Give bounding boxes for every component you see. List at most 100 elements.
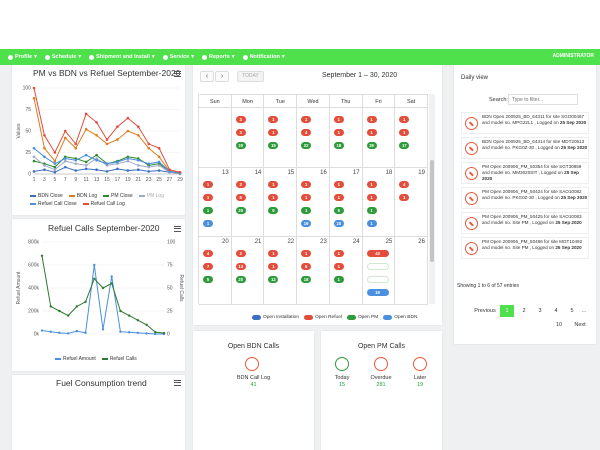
pagination-page[interactable]: ... [579, 305, 589, 317]
event-pill[interactable]: 1 [268, 194, 279, 201]
data-point[interactable] [53, 165, 57, 169]
data-point[interactable] [136, 158, 140, 162]
event-pill[interactable]: 4 [399, 181, 410, 188]
event-pill[interactable]: 1 [366, 129, 377, 136]
event-pill[interactable]: 19 [268, 142, 279, 149]
event-pill[interactable]: 1 [203, 207, 213, 214]
event-pill[interactable]: 1 [366, 207, 377, 214]
data-point[interactable] [126, 129, 130, 133]
event-pill[interactable]: 12 [268, 276, 279, 283]
event-pill[interactable]: 20 [333, 220, 344, 227]
day-number[interactable]: 26 [397, 239, 425, 245]
calendar-prev-button[interactable]: ‹ [200, 71, 214, 82]
event-pill[interactable]: 1 [333, 181, 344, 188]
data-point[interactable] [136, 164, 140, 167]
data-point[interactable] [84, 167, 88, 171]
data-point[interactable] [101, 328, 105, 331]
pagination-page[interactable]: 4 [549, 305, 563, 317]
day-number[interactable]: 25 [365, 239, 393, 245]
data-point[interactable] [126, 157, 130, 160]
data-point[interactable] [84, 112, 88, 116]
legend-refuel-calls[interactable]: Refuel Calls [101, 356, 137, 362]
data-point[interactable] [110, 282, 113, 285]
legend-bdn-close[interactable]: BDN Close [30, 193, 63, 199]
event-pill[interactable]: 1 [301, 194, 312, 201]
data-point[interactable] [147, 162, 151, 165]
legend-refuel-log[interactable]: Refuel Call Log [82, 201, 125, 207]
data-point[interactable] [63, 159, 67, 163]
data-point[interactable] [43, 134, 46, 137]
day-number[interactable]: 21 [234, 239, 262, 245]
event-pill[interactable]: 1 [399, 129, 410, 136]
data-point[interactable] [66, 332, 70, 335]
legend-refuel-close[interactable]: Refuel Call Close [30, 201, 77, 207]
nav-shipment[interactable]: Shipment and Install ▾ [89, 54, 155, 60]
event-pill[interactable]: 1 [268, 116, 279, 123]
event-pill[interactable]: 1 [301, 116, 312, 123]
event-pill[interactable]: 3 [235, 250, 246, 257]
day-number[interactable]: 17 [332, 170, 360, 176]
event-pill[interactable]: 1 [399, 116, 410, 123]
day-number[interactable]: 14 [234, 170, 262, 176]
data-point[interactable] [126, 169, 130, 172]
pagination-page[interactable]: 5 [565, 305, 579, 317]
day-number[interactable]: 24 [332, 239, 360, 245]
admin-menu[interactable]: ADMINISTRATOR [553, 53, 594, 59]
data-point[interactable] [84, 164, 88, 167]
day-number[interactable]: 23 [299, 239, 327, 245]
event-pill[interactable]: 5 [333, 207, 344, 214]
data-point[interactable] [105, 142, 109, 146]
event-pill[interactable]: 1 [268, 263, 279, 270]
data-point[interactable] [53, 170, 57, 174]
daily-view-item[interactable]: BDN Open 200925_BD_64314 for site MDT205… [461, 137, 589, 159]
data-point[interactable] [74, 146, 78, 150]
day-number[interactable]: 13 [201, 170, 229, 176]
event-pill[interactable]: 4 [203, 250, 213, 257]
data-point[interactable] [74, 169, 78, 172]
event-pill[interactable]: 3 [235, 116, 246, 123]
pagination-prev[interactable]: Previous [473, 305, 497, 317]
data-point[interactable] [105, 162, 109, 165]
event-pill[interactable]: 18 [301, 276, 312, 283]
data-point[interactable] [43, 164, 46, 167]
event-pill[interactable]: 1 [333, 194, 344, 201]
daily-view-search-input[interactable] [508, 94, 578, 105]
event-pill[interactable]: 1 [333, 250, 344, 257]
event-pill[interactable]: 43 [366, 250, 389, 257]
data-point[interactable] [95, 158, 98, 162]
data-point[interactable] [32, 170, 36, 173]
data-point[interactable] [63, 136, 67, 140]
event-pill[interactable]: 13 [235, 263, 246, 270]
data-point[interactable] [147, 165, 151, 169]
data-point[interactable] [157, 169, 161, 172]
event-pill[interactable]: 1 [301, 181, 312, 188]
data-point[interactable] [58, 309, 61, 313]
event-pill[interactable]: 20 [235, 207, 246, 214]
event-pill[interactable]: 5 [203, 276, 213, 283]
data-point[interactable] [147, 142, 151, 146]
data-point[interactable] [40, 254, 44, 257]
pagination-next[interactable]: Next [572, 319, 588, 331]
data-point[interactable] [126, 116, 130, 120]
data-point[interactable] [136, 134, 140, 137]
data-point[interactable] [32, 155, 36, 159]
pagination-page[interactable]: 10 [552, 319, 566, 331]
data-point[interactable] [154, 330, 157, 334]
data-point[interactable] [93, 263, 96, 267]
data-point[interactable] [32, 86, 36, 90]
data-point[interactable] [63, 165, 67, 169]
event-pill[interactable]: 1 [333, 116, 344, 123]
event-pill[interactable]: 1 [366, 116, 377, 123]
data-point[interactable] [49, 330, 52, 333]
nav-service[interactable]: Service ▾ [162, 54, 194, 60]
event-pill[interactable]: 6 [235, 194, 246, 201]
data-point[interactable] [127, 331, 131, 334]
event-pill[interactable]: 22 [301, 142, 312, 149]
pm-chart-menu-icon[interactable] [174, 71, 181, 77]
data-point[interactable] [84, 160, 88, 164]
daily-view-item[interactable]: PM Open 200906_PM_50424 for site SAO1008… [461, 187, 589, 209]
event-pill[interactable]: 1 [203, 181, 213, 188]
event-pill[interactable]: 1 [366, 194, 377, 201]
data-point[interactable] [84, 153, 88, 157]
event-pill[interactable]: 1 [366, 220, 377, 227]
